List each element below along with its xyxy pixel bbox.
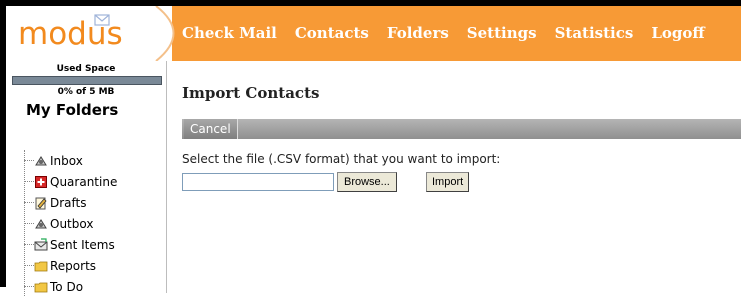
tree-branch [24,202,34,203]
used-space-bar [12,76,162,85]
tree-branch [24,160,34,161]
main-content: Import Contacts Cancel Select the file (… [182,61,741,293]
nav-contacts[interactable]: Contacts [295,24,369,42]
nav-logoff[interactable]: Logoff [651,24,704,42]
app-frame: modus Check Mail Contacts Folders Settin… [0,0,741,296]
folder-label: Reports [50,258,97,273]
nav-statistics[interactable]: Statistics [555,24,634,42]
nav-check-mail[interactable]: Check Mail [182,24,277,42]
folder-label: Outbox [50,216,94,231]
sidebar: Used Space 0% of 5 MB My Folders Inbox Q… [6,61,167,296]
cancel-button[interactable]: Cancel [184,119,238,139]
folder-tree: Inbox Quarantine Drafts Outbox Sent Item… [20,150,117,297]
used-space-label: Used Space [56,64,116,74]
folder-item-outbox[interactable]: Outbox [20,213,117,234]
page-title: Import Contacts [182,84,320,102]
envelope-icon [94,14,110,26]
folder-item-quarantine[interactable]: Quarantine [20,171,117,192]
quarantine-icon [35,175,47,188]
import-instructions: Select the file (.CSV format) that you w… [182,152,501,166]
tree-branch [24,244,34,245]
folder-item-sent-items[interactable]: Sent Items [20,234,117,255]
sent-items-icon [34,237,48,250]
tree-branch [24,223,34,224]
used-space-text: 0% of 5 MB [57,87,115,97]
header-bar: modus Check Mail Contacts Folders Settin… [6,6,741,61]
my-folders-title: My Folders [26,101,119,119]
browse-button[interactable]: Browse... [337,172,397,192]
drafts-icon [35,197,47,209]
logo[interactable]: modus [6,6,175,61]
nav-folders[interactable]: Folders [387,24,449,42]
folder-label: Quarantine [50,174,118,189]
folder-label: Drafts [50,195,87,210]
folder-item-inbox[interactable]: Inbox [20,150,117,171]
folder-icon [34,261,48,271]
import-button[interactable]: Import [426,172,470,192]
outbox-icon [35,218,47,228]
main-nav: Check Mail Contacts Folders Settings Sta… [182,24,723,42]
inbox-icon [35,155,47,165]
tree-branch [24,181,34,182]
folder-item-drafts[interactable]: Drafts [20,192,117,213]
file-path-input[interactable] [182,173,334,191]
folder-label: Inbox [50,153,83,168]
folder-label: Sent Items [50,237,115,252]
folder-item-reports[interactable]: Reports [20,255,117,276]
nav-settings[interactable]: Settings [467,24,537,42]
toolbar: Cancel [182,119,741,139]
tree-branch [24,265,34,266]
